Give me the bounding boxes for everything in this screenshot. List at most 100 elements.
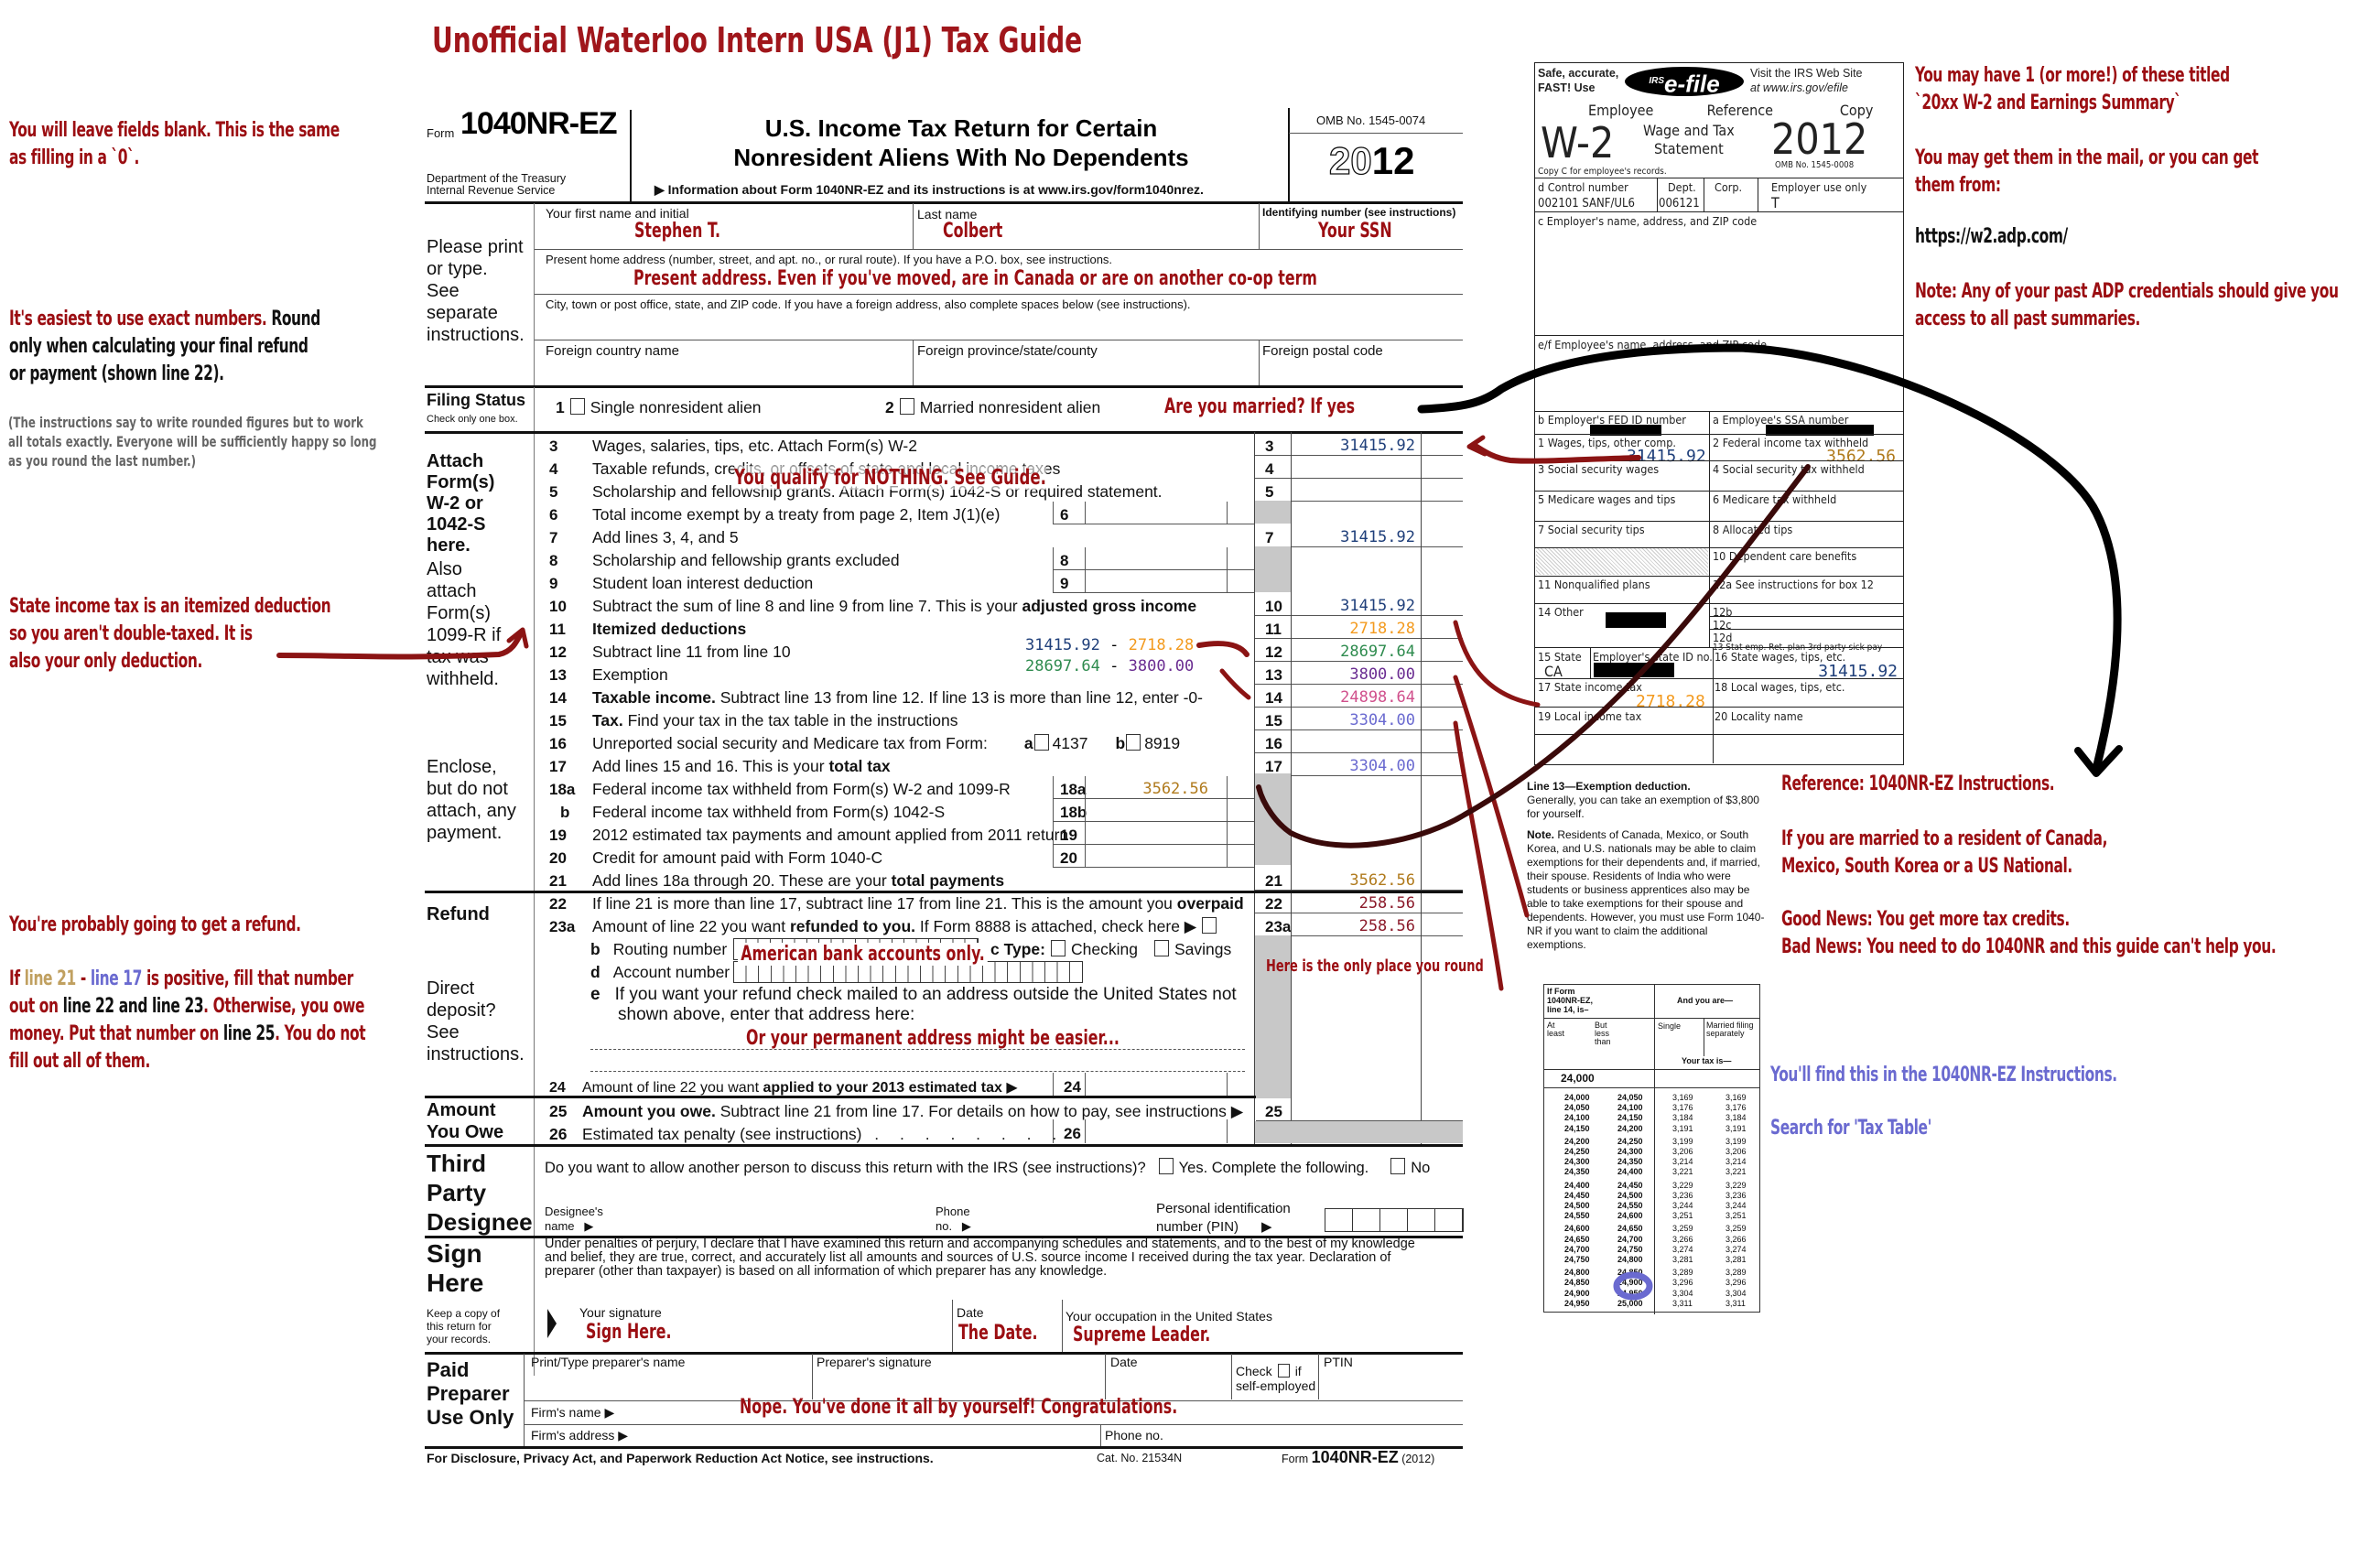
perjury-line: and belief, they are true, correct, and … [545, 1250, 1391, 1265]
note-preparer: Nope. You've done it all by yourself! Co… [740, 1396, 1178, 1419]
table-header-right: And you are— [1677, 996, 1734, 1005]
label-line: Third [427, 1150, 486, 1177]
line-15-value[interactable]: 3304.00 [1287, 711, 1415, 729]
line-13-value[interactable]: 3800.00 [1287, 665, 1415, 684]
line-23a-value[interactable]: 258.56 [1287, 917, 1415, 935]
line-17-value[interactable]: 3304.00 [1287, 757, 1415, 775]
employee-address-label: e/f Employee's name, address, and ZIP co… [1538, 338, 1768, 351]
label-line: Keep a copy of [427, 1307, 501, 1320]
note-blank-fields: You will leave fields blank. This is the… [9, 117, 340, 172]
form-8888-checkbox[interactable] [1202, 917, 1217, 934]
option-label: Single nonresident alien [590, 398, 762, 416]
third-party-no-checkbox[interactable] [1390, 1158, 1406, 1174]
filing-option-single[interactable]: 1 Single nonresident alien [556, 398, 762, 417]
calc-operand: 28697.64 [1025, 657, 1100, 675]
line-12-value[interactable]: 28697.64 [1287, 643, 1415, 661]
address-field[interactable]: Present address. Even if you've moved, a… [633, 267, 1317, 290]
ptin-label: PTIN [1324, 1355, 1353, 1369]
text: If [9, 967, 25, 990]
id-number-label: Identifying number (see instructions) [1262, 206, 1456, 219]
line-18a-value[interactable]: 3562.56 [1089, 780, 1208, 798]
occupation-field[interactable]: Supreme Leader. [1073, 1324, 1210, 1346]
note-line: all totals exactly. Everyone will be suf… [8, 433, 377, 450]
id-number-field[interactable]: Your SSN [1318, 220, 1392, 243]
line-text: Tax. Find your tax in the tax table in t… [592, 711, 957, 730]
w2-form: Safe, accurate, FAST! Use IRSe-file Visit… [1534, 62, 1904, 765]
line-number: 8 [549, 552, 558, 569]
firm-name-label: Firm's name ▶ [531, 1405, 615, 1420]
line-text: Wages, salaries, tips, etc. Attach Form(… [592, 437, 917, 456]
tax-table-cell: 24,200 [1564, 1136, 1590, 1146]
last-name-field[interactable]: Colbert [943, 220, 1002, 243]
foreign-address-input-2[interactable] [590, 1071, 1245, 1072]
designee-name-label: Designee's name ▶ [545, 1205, 603, 1233]
tax-table-cell: 24,150 [1617, 1113, 1643, 1123]
checking-checkbox[interactable] [1050, 940, 1066, 956]
w2-year: 2012 [1771, 114, 1868, 164]
third-party-yes-checkbox[interactable] [1158, 1158, 1174, 1174]
designee-name-input[interactable] [622, 1206, 897, 1234]
checkbox[interactable] [569, 398, 585, 415]
calc-operand: 31415.92 [1025, 636, 1100, 654]
designee-phone-input[interactable] [979, 1206, 1144, 1234]
divider [534, 387, 535, 1376]
pin-input[interactable] [1325, 1208, 1464, 1232]
adp-url-link[interactable]: https://w2.adp.com/ [1915, 223, 2068, 251]
checkbox[interactable] [1126, 734, 1141, 751]
note-line: `20xx W-2 and Earnings Summary` [1915, 92, 2181, 114]
checkbox[interactable] [1033, 734, 1049, 751]
line-16-option-8919[interactable]: b 8919 [1116, 734, 1180, 752]
line-text: 2012 estimated tax payments and amount a… [592, 826, 1068, 845]
firm-address-label: Firm's address ▶ [531, 1428, 629, 1443]
line-16-option-4137[interactable]: a 4137 [1024, 734, 1088, 752]
box-label: 7 [1265, 529, 1274, 546]
box-label: 5 [1265, 483, 1274, 501]
ref-line-17: line 17 [90, 967, 143, 990]
line-10-value[interactable]: 31415.92 [1287, 597, 1415, 615]
divider [1255, 661, 1463, 662]
divider [535, 294, 1463, 295]
first-name-field[interactable]: Stephen T. [634, 220, 720, 243]
line-14-value[interactable]: 24898.64 [1287, 688, 1415, 707]
filing-option-married[interactable]: 2 Married nonresident alien [885, 398, 1100, 417]
calc-line-12: 31415.92 - 2718.28 [1025, 636, 1194, 654]
line-text: Student loan interest deduction [592, 574, 813, 593]
line-25-input[interactable] [1293, 1098, 1419, 1118]
line-text-bold: refunded to you. [789, 917, 916, 935]
print-line: Please print [427, 237, 524, 257]
date-field[interactable]: The Date. [958, 1322, 1037, 1345]
line-text: Amount of line 22 you want refunded to y… [592, 917, 1222, 936]
label-line: Phone [936, 1205, 970, 1218]
line-26: 26 Estimated tax penalty (see instruction… [549, 1125, 1066, 1143]
self-employed-checkbox[interactable] [1277, 1364, 1290, 1378]
box-label: 12 [1265, 643, 1282, 661]
shaded-cell [1255, 546, 1291, 592]
note-line: also your only deduction. [9, 650, 202, 673]
tax-table-cell: 24,000 [1564, 1093, 1590, 1102]
line-text-body: Unreported social security and Medicare … [592, 734, 988, 752]
box-label: 15 [1265, 712, 1282, 729]
line-3-value[interactable]: 31415.92 [1287, 437, 1415, 455]
signature-field[interactable]: Sign Here. [586, 1321, 672, 1344]
tax-table-cell: 24,900 [1564, 1288, 1590, 1298]
tax-table-cell: 3,274 [1726, 1244, 1747, 1254]
foreign-address-input[interactable] [590, 1049, 1245, 1050]
guide-title: Unofficial Waterloo Intern USA (J1) Tax … [432, 20, 1083, 60]
tax-table-cell: 3,191 [1726, 1123, 1747, 1133]
shaded-cell [1255, 501, 1291, 524]
print-line: separate [427, 303, 498, 323]
savings-checkbox[interactable] [1153, 940, 1169, 956]
line-22-value[interactable]: 258.56 [1287, 894, 1415, 913]
line-number: 24 [549, 1080, 566, 1096]
label: self-employed [1236, 1378, 1316, 1393]
checkbox[interactable] [899, 398, 914, 415]
line-number: 20 [549, 849, 567, 867]
excerpt-note-label: Note. [1527, 828, 1554, 841]
line-11-value[interactable]: 2718.28 [1287, 620, 1415, 638]
text: at www.irs.gov/efile [1750, 81, 1848, 94]
line-21-value[interactable]: 3562.56 [1287, 871, 1415, 890]
city-field[interactable] [546, 311, 1456, 339]
line-7-value[interactable]: 31415.92 [1287, 528, 1415, 546]
text: out on [9, 995, 63, 1018]
line-text-body: Subtract line 13 from line 12. If line 1… [715, 688, 1203, 707]
